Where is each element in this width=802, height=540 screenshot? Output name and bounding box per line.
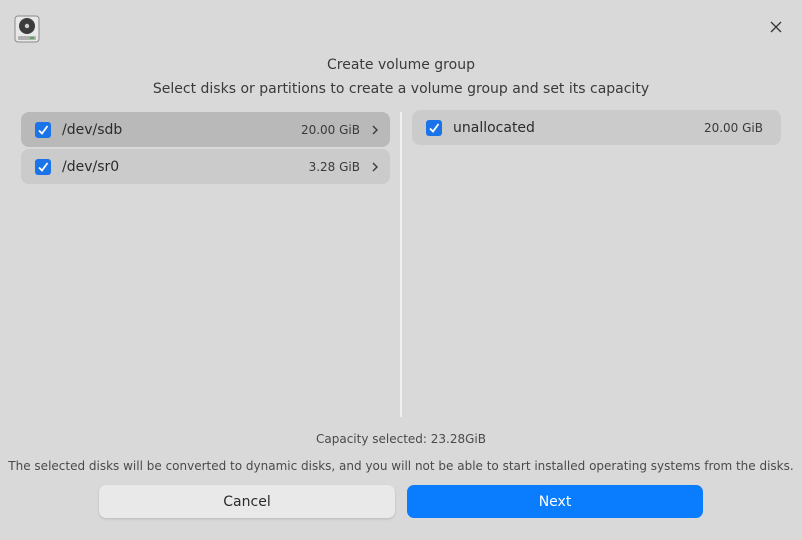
capacity-selected: Capacity selected: 23.28GiB xyxy=(316,432,486,446)
partition-size: 20.00 GiB xyxy=(703,120,763,135)
cancel-button[interactable]: Cancel xyxy=(99,485,395,518)
chevron-right-icon[interactable] xyxy=(370,124,380,136)
disk-list: /dev/sdb 20.00 GiB /dev/sr0 3.28 GiB xyxy=(21,112,390,186)
warning-text: The selected disks will be converted to … xyxy=(8,459,794,473)
checkmark-icon xyxy=(429,122,440,133)
chevron-right-icon[interactable] xyxy=(370,161,380,173)
disk-utility-icon xyxy=(14,15,40,43)
disk-size: 20.00 GiB xyxy=(300,122,360,137)
disk-name: /dev/sdb xyxy=(62,121,123,138)
disk-name: /dev/sr0 xyxy=(62,158,120,175)
disk-checkbox[interactable] xyxy=(35,121,51,138)
disk-size: 3.28 GiB xyxy=(308,159,360,174)
disk-checkbox[interactable] xyxy=(35,158,51,175)
partition-row-unallocated[interactable]: unallocated 20.00 GiB xyxy=(412,110,781,145)
dialog-subtitle: Select disks or partitions to create a v… xyxy=(152,81,650,97)
disk-row-sr0[interactable]: /dev/sr0 3.28 GiB xyxy=(21,149,390,184)
partition-name: unallocated xyxy=(453,119,535,136)
dialog-title: Create volume group xyxy=(327,57,475,73)
close-icon xyxy=(770,21,782,33)
disk-row-sdb[interactable]: /dev/sdb 20.00 GiB xyxy=(21,112,390,147)
partition-list: unallocated 20.00 GiB xyxy=(412,110,781,147)
close-button[interactable] xyxy=(766,17,786,37)
partition-checkbox[interactable] xyxy=(426,119,442,136)
checkmark-icon xyxy=(38,161,49,172)
checkmark-icon xyxy=(38,124,49,135)
panel-divider xyxy=(400,112,402,417)
next-button[interactable]: Next xyxy=(407,485,703,518)
